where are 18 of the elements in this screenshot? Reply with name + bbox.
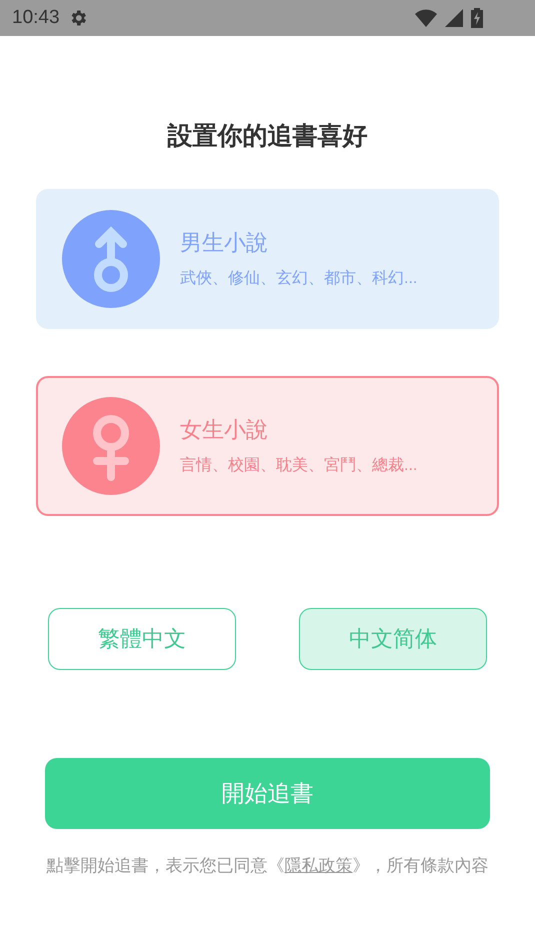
battery-icon — [471, 8, 483, 28]
signal-icon — [445, 9, 463, 27]
category-card[interactable]: 女生小說 言情、校園、耽美、宮鬥、總裁... — [36, 376, 499, 516]
category-card[interactable]: 男生小說 武俠、修仙、玄幻、都市、科幻... — [36, 188, 499, 328]
category-genres: 武俠、修仙、玄幻、都市、科幻... — [180, 268, 418, 289]
page-title: 設置你的追書喜好 — [166, 121, 368, 152]
language-option[interactable]: 中文简体 — [299, 608, 487, 670]
language-option[interactable]: 繁體中文 — [48, 608, 236, 670]
privacy-policy-link[interactable]: 隱私政策 — [284, 856, 352, 874]
female-symbol-icon — [62, 396, 160, 494]
clock: 10:43 — [12, 6, 60, 30]
category-title: 男生小說 — [180, 229, 269, 257]
start-button[interactable]: 開始追書 — [45, 758, 490, 828]
male-symbol-icon — [62, 210, 160, 308]
category-title: 女生小說 — [180, 416, 269, 444]
category-genres: 言情、校園、耽美、宮鬥、總裁... — [180, 456, 418, 476]
agreement-text: 點擊開始追書，表示您已同意《隱私政策》，所有條款內容 — [46, 854, 490, 876]
wifi-icon — [415, 9, 437, 27]
